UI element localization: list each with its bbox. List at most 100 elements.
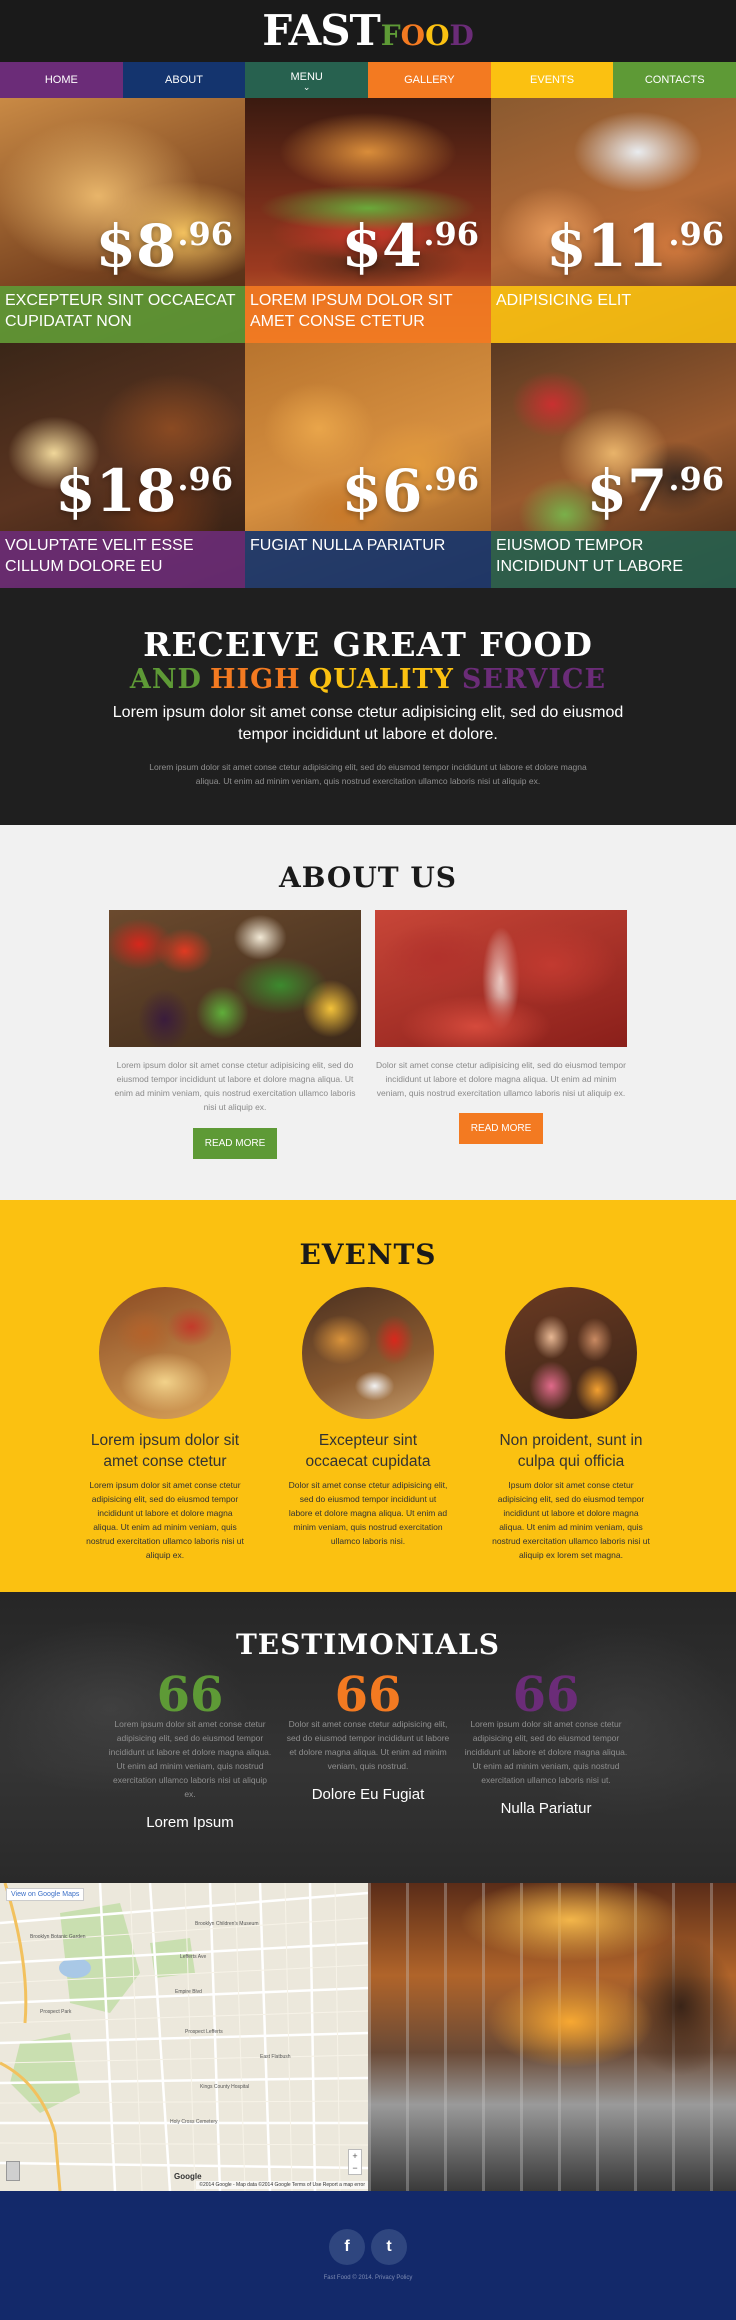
price-cents: .96	[423, 460, 479, 498]
event-title[interactable]: Excepteur sint occaecat cupidata	[288, 1430, 448, 1472]
zoom-in-button[interactable]: +	[349, 2150, 361, 2162]
event-item: Non proident, sunt in culpa qui officia …	[491, 1287, 651, 1562]
testimonial-author: Nulla Pariatur	[500, 1800, 592, 1817]
promo-section: RECEIVE GREAT FOOD AND HIGH QUALITY SERVICE…	[0, 588, 736, 825]
about-title: ABOUT US	[279, 861, 457, 894]
product-price: $4.96	[342, 216, 479, 276]
testimonials-title: TESTIMONIALS	[235, 1628, 501, 1661]
product-tile[interactable]: $8.96 EXCEPTEUR SINT OCCAECAT CUPIDATAT …	[0, 98, 245, 343]
svg-text:Empire Blvd: Empire Blvd	[175, 1989, 202, 1995]
product-caption: ADIPISICING ELIT	[491, 286, 736, 343]
quote-icon: 66	[334, 1667, 402, 1723]
restaurant-photo	[368, 1883, 736, 2191]
nav-item-contacts[interactable]: CONTACTS	[613, 62, 736, 98]
product-price: $6.96	[342, 461, 479, 521]
nav-item-label: ABOUT	[165, 74, 203, 86]
event-item: Excepteur sint occaecat cupidata Dolor s…	[288, 1287, 448, 1562]
promo-subtitle-word: QUALITY	[308, 664, 454, 695]
site-footer: f t Fast Food © 2014. Privacy Policy	[0, 2191, 736, 2320]
about-text: Lorem ipsum dolor sit amet conse ctetur …	[114, 1060, 356, 1112]
zoom-out-button[interactable]: −	[349, 2162, 361, 2174]
event-text: Dolor sit amet conse ctetur adipisicing …	[288, 1480, 448, 1546]
product-tile[interactable]: $4.96 LOREM IPSUM DOLOR SIT AMET CONSE C…	[245, 98, 491, 343]
event-image[interactable]	[505, 1287, 637, 1419]
svg-text:Prospect Lefferts: Prospect Lefferts	[185, 2029, 223, 2035]
price-cents: .96	[668, 460, 724, 498]
facebook-icon[interactable]: f	[329, 2229, 365, 2265]
site-header: FAST FOOD	[0, 0, 736, 62]
meat-image	[375, 910, 627, 1047]
promo-lead: Lorem ipsum dolor sit amet conse ctetur …	[112, 704, 624, 743]
product-caption: LOREM IPSUM DOLOR SIT AMET CONSE CTETUR	[245, 286, 491, 343]
logo-fast: FAST	[262, 6, 381, 55]
testimonials-section: TESTIMONIALS 66 Lorem ipsum dolor sit am…	[0, 1592, 736, 1883]
nav-item-label: MENU	[290, 70, 323, 83]
svg-text:Lefferts Ave: Lefferts Ave	[180, 1954, 206, 1960]
event-title[interactable]: Lorem ipsum dolor sit amet conse ctetur	[85, 1430, 245, 1472]
price-dollars: $8	[95, 212, 177, 280]
promo-text: Lorem ipsum dolor sit amet conse ctetur …	[149, 762, 587, 786]
event-image[interactable]	[302, 1287, 434, 1419]
nav-item-label: GALLERY	[404, 74, 455, 86]
product-price: $7.96	[587, 461, 724, 521]
about-section: ABOUT US Lorem ipsum dolor sit amet cons…	[0, 825, 736, 1200]
event-item: Lorem ipsum dolor sit amet conse ctetur …	[85, 1287, 245, 1562]
product-price: $18.96	[55, 461, 233, 521]
testimonial-text: Dolor sit amet conse ctetur adipisicing …	[286, 1719, 450, 1771]
nav-item-menu[interactable]: MENU ⌄	[245, 62, 369, 98]
promo-subtitle-word: HIGH	[209, 664, 301, 695]
nav-item-events[interactable]: EVENTS	[490, 62, 614, 98]
events-title: EVENTS	[299, 1238, 437, 1271]
event-title[interactable]: Non proident, sunt in culpa qui officia	[491, 1430, 651, 1472]
product-tile[interactable]: $18.96 VOLUPTATE VELIT ESSE CILLUM DOLOR…	[0, 343, 245, 588]
testimonial-item: 66 Dolor sit amet conse ctetur adipisici…	[286, 1667, 450, 1831]
nav-item-about[interactable]: ABOUT	[122, 62, 246, 98]
events-section: EVENTS Lorem ipsum dolor sit amet conse …	[0, 1200, 736, 1592]
logo-food-letter: O	[425, 19, 450, 52]
read-more-button[interactable]: READ MORE	[458, 1113, 544, 1144]
quote-icon: 66	[156, 1667, 224, 1723]
product-tile[interactable]: $7.96 EIUSMOD TEMPOR INCIDIDUNT UT LABOR…	[491, 343, 736, 588]
logo-food-letter: F	[380, 19, 401, 52]
logo-food-letter: D	[449, 19, 474, 52]
map-copyright[interactable]: ©2014 Google - Map data ©2014 Google Ter…	[196, 2181, 368, 2189]
event-image[interactable]	[99, 1287, 231, 1419]
product-tile[interactable]: $6.96 FUGIAT NULLA PARIATUR	[245, 343, 491, 588]
testimonial-text: Lorem ipsum dolor sit amet conse ctetur …	[108, 1719, 272, 1799]
view-on-google-maps-link[interactable]: View on Google Maps	[6, 1888, 85, 1901]
price-dollars: $11	[546, 212, 668, 280]
testimonial-author: Lorem Ipsum	[146, 1814, 234, 1831]
twitter-icon[interactable]: t	[371, 2229, 407, 2265]
price-dollars: $6	[341, 457, 423, 525]
event-text: Lorem ipsum dolor sit amet conse ctetur …	[86, 1480, 244, 1560]
logo-food: FOOD	[381, 16, 474, 56]
logo[interactable]: FAST FOOD	[0, 6, 736, 56]
testimonial-text: Lorem ipsum dolor sit amet conse ctetur …	[464, 1719, 628, 1785]
event-text: Ipsum dolor sit amet conse ctetur adipis…	[492, 1480, 650, 1560]
testimonial-author: Dolore Eu Fugiat	[311, 1786, 425, 1803]
read-more-button[interactable]: READ MORE	[192, 1128, 278, 1159]
svg-text:Prospect Park: Prospect Park	[40, 2009, 72, 2015]
product-tile[interactable]: $11.96 ADIPISICING ELIT	[491, 98, 736, 343]
social-links: f t	[0, 2229, 736, 2265]
about-text: Dolor sit amet conse ctetur adipisicing …	[376, 1060, 626, 1098]
main-nav: HOME ABOUT MENU ⌄ GALLERY EVENTS CONTACTS	[0, 62, 736, 98]
promo-subtitle-word: AND	[129, 664, 202, 695]
price-dollars: $7	[586, 457, 668, 525]
about-column: Lorem ipsum dolor sit amet conse ctetur …	[109, 910, 361, 1159]
testimonial-item: 66 Lorem ipsum dolor sit amet conse ctet…	[464, 1671, 628, 1831]
footer-copyright: Fast Food © 2014. Privacy Policy	[323, 2275, 413, 2281]
nav-item-label: EVENTS	[530, 74, 575, 86]
map-canvas[interactable]: Brooklyn Children's Museum Lefferts Ave …	[0, 1883, 368, 2191]
price-cents: .96	[177, 460, 233, 498]
product-caption: EXCEPTEUR SINT OCCAECAT CUPIDATAT NON	[0, 286, 245, 343]
pegman-icon[interactable]	[6, 2161, 20, 2181]
nav-item-gallery[interactable]: GALLERY	[368, 62, 491, 98]
zoom-control[interactable]: + −	[348, 2149, 362, 2175]
vegetables-image	[109, 910, 361, 1047]
nav-item-home[interactable]: HOME	[0, 62, 123, 98]
google-map[interactable]: Brooklyn Children's Museum Lefferts Ave …	[0, 1883, 368, 2191]
product-caption: VOLUPTATE VELIT ESSE CILLUM DOLORE EU	[0, 531, 245, 588]
product-price: $8.96	[96, 216, 233, 276]
product-grid: $8.96 EXCEPTEUR SINT OCCAECAT CUPIDATAT …	[0, 98, 736, 588]
